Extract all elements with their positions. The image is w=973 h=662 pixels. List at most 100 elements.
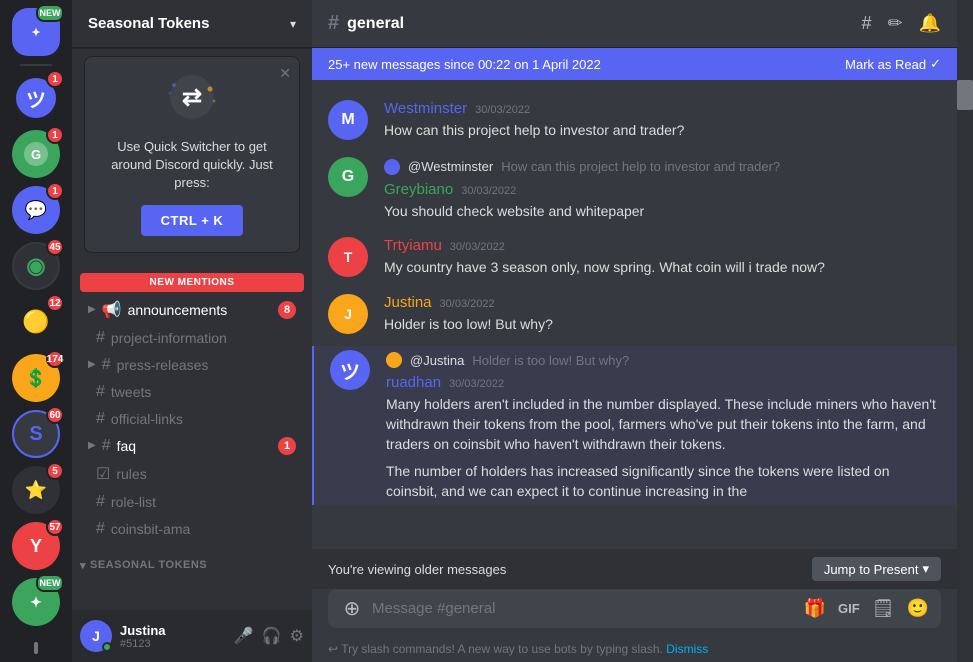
collapse-arrow-icon: ▶ <box>88 359 96 370</box>
server-icons-list: ✦ NEW ツ 1 G 1 💬 1 ◉ 45 🟡 12 <box>0 0 72 662</box>
svg-text:G: G <box>31 147 41 162</box>
server-icon-1[interactable]: ツ 1 <box>12 74 60 122</box>
message-content: Westminster 30/03/2022 How can this proj… <box>384 100 941 141</box>
mute-icon[interactable]: 🎤 <box>234 626 254 646</box>
reply-preview: @Justina Holder is too low! But why? <box>386 350 941 374</box>
edit-icon[interactable]: ✏ <box>887 13 902 34</box>
channel-name-faq: faq <box>117 438 272 454</box>
user-discriminator: #5123 <box>120 638 226 650</box>
server-icon-8[interactable]: ⭐ 5 <box>12 466 60 514</box>
channel-item-faq[interactable]: ▶ # faq 1 <box>80 433 304 459</box>
hash-icon: # <box>96 383 105 401</box>
server-icon-6[interactable]: 💲 174 <box>12 354 60 402</box>
channel-item-announcements[interactable]: ▶ 📢 announcements 8 <box>80 296 304 324</box>
message-input-icons: 🎁 GIF 🗒 🙂 <box>804 598 929 619</box>
user-info: Justina #5123 <box>120 623 226 650</box>
message-header: Greybiano 30/03/2022 <box>384 181 941 198</box>
slash-commands-hint: ↩ Try slash commands! A new way to use b… <box>312 636 957 662</box>
table-row: T Trtyiamu 30/03/2022 My country have 3 … <box>312 233 957 282</box>
message-header: Westminster 30/03/2022 <box>384 100 941 117</box>
server-divider <box>20 64 52 66</box>
messages-area[interactable]: M Westminster 30/03/2022 How can this pr… <box>312 80 957 549</box>
server-icon-2[interactable]: G 1 <box>12 130 60 178</box>
reply-preview: @Westminster How can this project help t… <box>384 157 941 181</box>
channel-name-rules: rules <box>116 466 296 482</box>
server-icon-5[interactable]: 🟡 12 <box>12 298 60 346</box>
channel-name-announcements: announcements <box>128 302 272 318</box>
avatar: ツ <box>330 350 370 390</box>
message-timestamp: 30/03/2022 <box>449 378 504 390</box>
mark-as-read-button[interactable]: Mark as Read ✓ <box>845 56 941 72</box>
avatar: J <box>328 294 368 334</box>
server-icon-9[interactable]: Y 57 <box>12 522 60 570</box>
message-text: Holder is too low! But why? <box>384 315 941 335</box>
hash-icon: # <box>102 356 111 374</box>
deafen-icon[interactable]: 🎧 <box>262 626 282 646</box>
hash-icon: # <box>96 329 105 347</box>
channel-item-project-information[interactable]: # project-information <box>80 325 304 351</box>
channel-badge-announcements: 8 <box>278 301 296 319</box>
hash-icon: # <box>96 410 105 428</box>
message-input[interactable] <box>372 589 796 628</box>
message-text: How can this project help to investor an… <box>384 121 941 141</box>
channel-category-seasonal-tokens: ▾ SEASONAL TOKENS <box>72 543 312 576</box>
older-messages-text: You're viewing older messages <box>328 562 506 577</box>
channel-item-coinsbit-ama[interactable]: # coinsbit-ama <box>80 516 304 542</box>
table-row: J Justina 30/03/2022 Holder is too low! … <box>312 290 957 339</box>
quick-switcher-button[interactable]: CTRL + K <box>141 205 244 236</box>
quick-switcher-popup: ✕ ⇄ Use Quick Switcher to get around Dis… <box>84 56 300 253</box>
table-row: ツ @Justina Holder is too low! But why? r… <box>312 346 957 505</box>
channel-name-tweets: tweets <box>111 384 296 400</box>
message-header: ruadhan 30/03/2022 <box>386 374 941 391</box>
reply-author: @Justina <box>410 353 464 368</box>
channel-item-tweets[interactable]: # tweets <box>80 379 304 405</box>
new-messages-banner: 25+ new messages since 00:22 on 1 April … <box>312 48 957 80</box>
avatar: T <box>328 237 368 277</box>
message-text: Many holders aren't included in the numb… <box>386 395 941 454</box>
channel-item-official-links[interactable]: # official-links <box>80 406 304 432</box>
checkmark-icon: ✓ <box>930 56 941 72</box>
server-icon-7[interactable]: S 60 <box>12 410 60 458</box>
username: Justina <box>120 623 226 638</box>
message-author: ruadhan <box>386 374 441 391</box>
message-input-box: ⊕ 🎁 GIF 🗒 🙂 <box>328 589 941 628</box>
new-mentions-badge[interactable]: NEW MENTIONS <box>80 273 304 292</box>
gif-icon[interactable]: GIF <box>838 601 860 616</box>
message-header: Justina 30/03/2022 <box>384 294 941 311</box>
server-icon-10[interactable]: ✦ NEW <box>12 578 60 626</box>
server-icon-3[interactable]: 💬 1 <box>12 186 60 234</box>
footer-icons: 🎤 🎧 ⚙ <box>234 626 304 646</box>
slash-hint-icon: ↩ <box>328 642 338 656</box>
jump-to-present-button[interactable]: Jump to Present ▾ <box>812 557 941 581</box>
message-author: Greybiano <box>384 181 453 198</box>
hash-header-icon[interactable]: # <box>861 13 871 34</box>
server-header[interactable]: Seasonal Tokens ▾ <box>72 0 312 48</box>
channel-item-role-list[interactable]: # role-list <box>80 489 304 515</box>
message-header: Trtyiamu 30/03/2022 <box>384 237 941 254</box>
settings-icon[interactable]: ⚙ <box>290 626 304 646</box>
message-input-area: ⊕ 🎁 GIF 🗒 🙂 <box>312 589 957 636</box>
message-timestamp: 30/03/2022 <box>461 185 516 197</box>
emoji-icon[interactable]: 🙂 <box>907 598 929 619</box>
notification-icon[interactable]: 🔔 <box>919 13 941 34</box>
close-icon[interactable]: ✕ <box>279 65 291 82</box>
message-content: @Westminster How can this project help t… <box>384 157 941 222</box>
slash-hint-dismiss-link[interactable]: Dismiss <box>666 642 708 656</box>
sidebar-footer: J Justina #5123 🎤 🎧 ⚙ <box>72 610 312 662</box>
category-arrow-icon: ▾ <box>80 559 86 572</box>
server-icon-4[interactable]: ◉ 45 <box>12 242 60 290</box>
quick-switcher-text: Use Quick Switcher to get around Discord… <box>101 138 283 193</box>
add-file-icon[interactable]: ⊕ <box>340 596 364 621</box>
server-icon-new[interactable]: ✦ NEW <box>12 8 60 56</box>
sticker-icon[interactable]: 🗒 <box>872 598 895 619</box>
channel-item-rules[interactable]: ☑ rules <box>80 460 304 488</box>
message-author: Westminster <box>384 100 467 117</box>
table-row: M Westminster 30/03/2022 How can this pr… <box>312 96 957 145</box>
chat-header: # general # ✏ 🔔 <box>312 0 957 48</box>
channel-item-press-releases[interactable]: ▶ # press-releases <box>80 352 304 378</box>
channel-badge-faq: 1 <box>278 437 296 455</box>
message-timestamp: 30/03/2022 <box>450 241 505 253</box>
gift-icon[interactable]: 🎁 <box>804 598 826 619</box>
right-scrollbar[interactable] <box>957 0 973 662</box>
message-text: My country have 3 season only, now sprin… <box>384 258 941 278</box>
